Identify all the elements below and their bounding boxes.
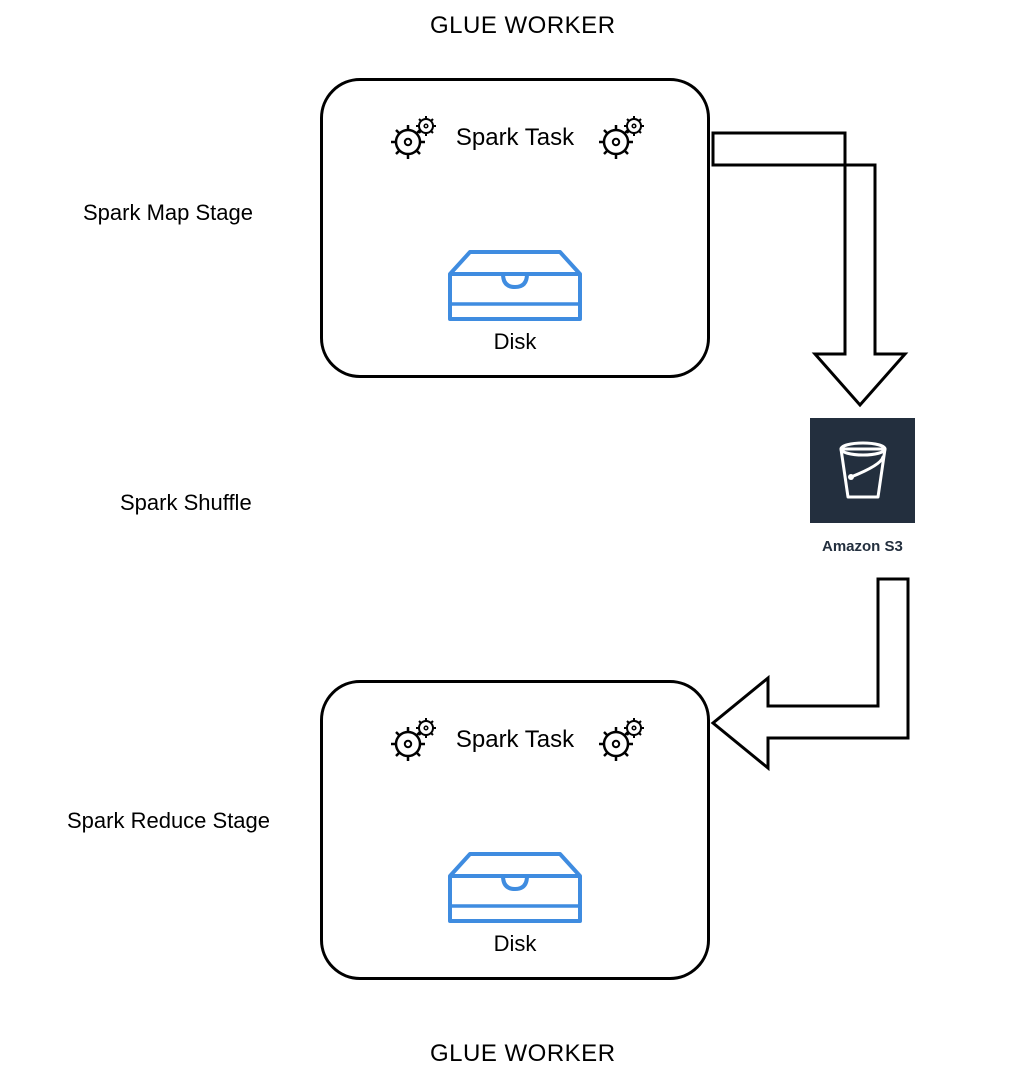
- disk-icon: [440, 249, 590, 324]
- header-bottom: GLUE WORKER: [430, 1040, 616, 1068]
- task-row-reduce: Spark Task: [323, 718, 707, 762]
- task-label: Spark Task: [456, 726, 574, 754]
- bucket-icon: [833, 437, 893, 505]
- disk-reduce: Disk: [323, 851, 707, 957]
- arrow-s3-to-reduce: [708, 576, 928, 776]
- worker-box-map: Spark Task Disk: [320, 78, 710, 378]
- disk-map: Disk: [323, 249, 707, 355]
- disk-label: Disk: [494, 329, 537, 355]
- header-top: GLUE WORKER: [430, 12, 616, 40]
- stage-reduce-label: Spark Reduce Stage: [67, 808, 270, 834]
- gear-icon: [594, 718, 644, 762]
- s3-label: Amazon S3: [822, 538, 903, 555]
- stage-shuffle-label: Spark Shuffle: [120, 490, 252, 516]
- task-row-map: Spark Task: [323, 116, 707, 160]
- s3-box: [810, 418, 915, 523]
- worker-box-reduce: Spark Task Disk: [320, 680, 710, 980]
- stage-map-label: Spark Map Stage: [83, 200, 253, 226]
- task-label: Spark Task: [456, 124, 574, 152]
- gear-icon: [386, 116, 436, 160]
- arrow-map-to-s3: [710, 130, 940, 410]
- gear-icon: [594, 116, 644, 160]
- disk-icon: [440, 851, 590, 926]
- disk-label: Disk: [494, 931, 537, 957]
- gear-icon: [386, 718, 436, 762]
